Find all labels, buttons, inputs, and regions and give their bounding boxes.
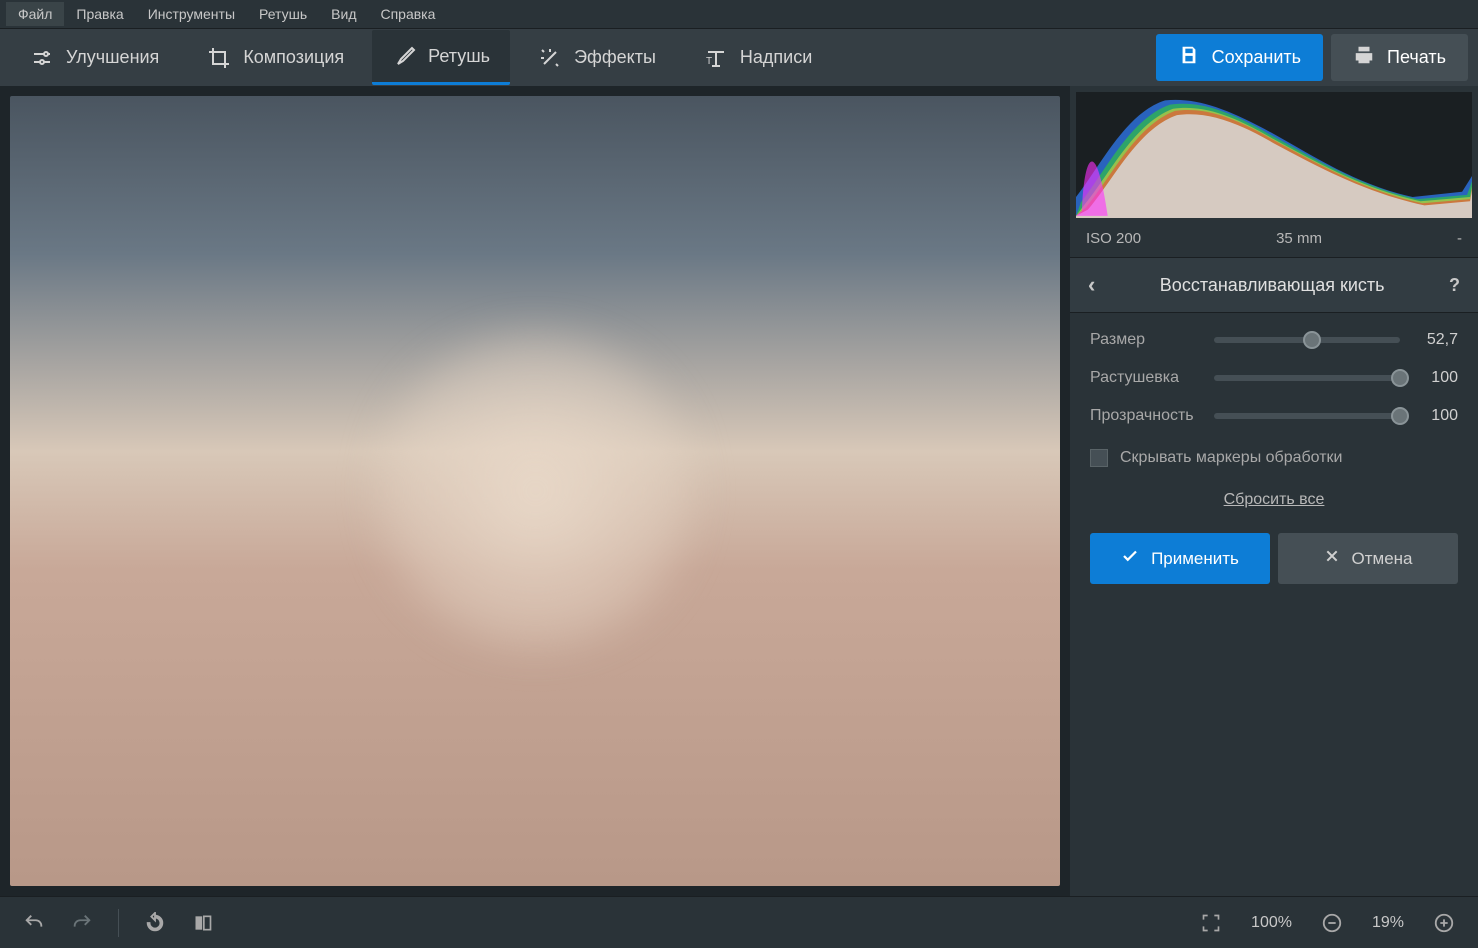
slider-value: 100: [1414, 369, 1458, 387]
tab-captions[interactable]: T Надписи: [684, 32, 832, 84]
brush-icon: [392, 44, 416, 68]
slider-thumb[interactable]: [1391, 369, 1409, 387]
slider-opacity: Прозрачность 100: [1090, 407, 1458, 425]
slider-feather-track[interactable]: [1214, 375, 1400, 381]
undo-button[interactable]: [16, 905, 52, 941]
menu-view[interactable]: Вид: [319, 2, 368, 26]
panel-title: Восстанавливающая кисть: [1160, 275, 1385, 296]
tool-panel-body: Размер 52,7 Растушевка 100 Прозрачность …: [1070, 313, 1478, 602]
slider-label: Размер: [1090, 331, 1200, 349]
help-button[interactable]: ?: [1449, 275, 1460, 296]
edited-photo[interactable]: [10, 96, 1060, 886]
print-button[interactable]: Печать: [1331, 34, 1468, 81]
fit-screen-button[interactable]: [1193, 905, 1229, 941]
check-icon: [1121, 547, 1139, 570]
slider-label: Растушевка: [1090, 369, 1200, 387]
compare-button[interactable]: [185, 905, 221, 941]
meta-aperture: -: [1457, 230, 1462, 247]
menu-retouch[interactable]: Ретушь: [247, 2, 319, 26]
print-label: Печать: [1387, 47, 1446, 68]
slider-value: 52,7: [1414, 331, 1458, 349]
histogram[interactable]: [1076, 92, 1472, 218]
tab-label: Надписи: [740, 47, 812, 68]
wand-icon: [538, 46, 562, 70]
fit-percent[interactable]: 100%: [1241, 914, 1302, 932]
apply-button[interactable]: Применить: [1090, 533, 1270, 584]
hide-markers-checkbox[interactable]: [1090, 449, 1108, 467]
tab-label: Эффекты: [574, 47, 656, 68]
cancel-label: Отмена: [1352, 549, 1413, 569]
slider-opacity-track[interactable]: [1214, 413, 1400, 419]
sliders-icon: [30, 46, 54, 70]
back-button[interactable]: ‹: [1088, 272, 1095, 298]
tool-panel-header: ‹ Восстанавливающая кисть ?: [1070, 257, 1478, 313]
tab-label: Композиция: [243, 47, 344, 68]
save-label: Сохранить: [1212, 47, 1301, 68]
tab-enhancements[interactable]: Улучшения: [10, 32, 179, 84]
zoom-out-button[interactable]: [1314, 905, 1350, 941]
crop-icon: [207, 46, 231, 70]
reset-all-link[interactable]: Сбросить все: [1090, 487, 1458, 513]
meta-iso: ISO 200: [1086, 230, 1141, 247]
slider-label: Прозрачность: [1090, 407, 1200, 425]
zoom-in-button[interactable]: [1426, 905, 1462, 941]
save-button[interactable]: Сохранить: [1156, 34, 1323, 81]
save-icon: [1178, 44, 1200, 71]
tab-retouch[interactable]: Ретушь: [372, 30, 510, 85]
hide-markers-row: Скрывать маркеры обработки: [1090, 445, 1458, 467]
redo-button[interactable]: [64, 905, 100, 941]
print-icon: [1353, 44, 1375, 71]
meta-focal: 35 mm: [1276, 230, 1322, 247]
tab-label: Улучшения: [66, 47, 159, 68]
text-icon: T: [704, 46, 728, 70]
tab-composition[interactable]: Композиция: [187, 32, 364, 84]
cancel-button[interactable]: Отмена: [1278, 533, 1458, 584]
close-icon: [1324, 548, 1340, 569]
slider-size-track[interactable]: [1214, 337, 1400, 343]
rotate-button[interactable]: [137, 905, 173, 941]
slider-thumb[interactable]: [1303, 331, 1321, 349]
menu-help[interactable]: Справка: [368, 2, 447, 26]
main-toolbar: Улучшения Композиция Ретушь Эффекты T На…: [0, 28, 1478, 86]
canvas-area[interactable]: [0, 86, 1070, 896]
slider-size: Размер 52,7: [1090, 331, 1458, 349]
right-sidebar: ISO 200 35 mm - ‹ Восстанавливающая кист…: [1070, 86, 1478, 896]
hide-markers-label: Скрывать маркеры обработки: [1120, 449, 1342, 467]
slider-feather: Растушевка 100: [1090, 369, 1458, 387]
slider-value: 100: [1414, 407, 1458, 425]
image-metadata: ISO 200 35 mm -: [1070, 224, 1478, 257]
histogram-chart: [1076, 92, 1472, 218]
tab-label: Ретушь: [428, 46, 490, 67]
tab-effects[interactable]: Эффекты: [518, 32, 676, 84]
menu-edit[interactable]: Правка: [64, 2, 135, 26]
bottom-toolbar: 100% 19%: [0, 896, 1478, 948]
menubar: Файл Правка Инструменты Ретушь Вид Справ…: [0, 0, 1478, 28]
zoom-percent: 19%: [1362, 914, 1414, 932]
slider-thumb[interactable]: [1391, 407, 1409, 425]
svg-text:T: T: [706, 56, 712, 67]
apply-label: Применить: [1151, 549, 1239, 569]
menu-file[interactable]: Файл: [6, 2, 64, 26]
menu-tools[interactable]: Инструменты: [136, 2, 247, 26]
